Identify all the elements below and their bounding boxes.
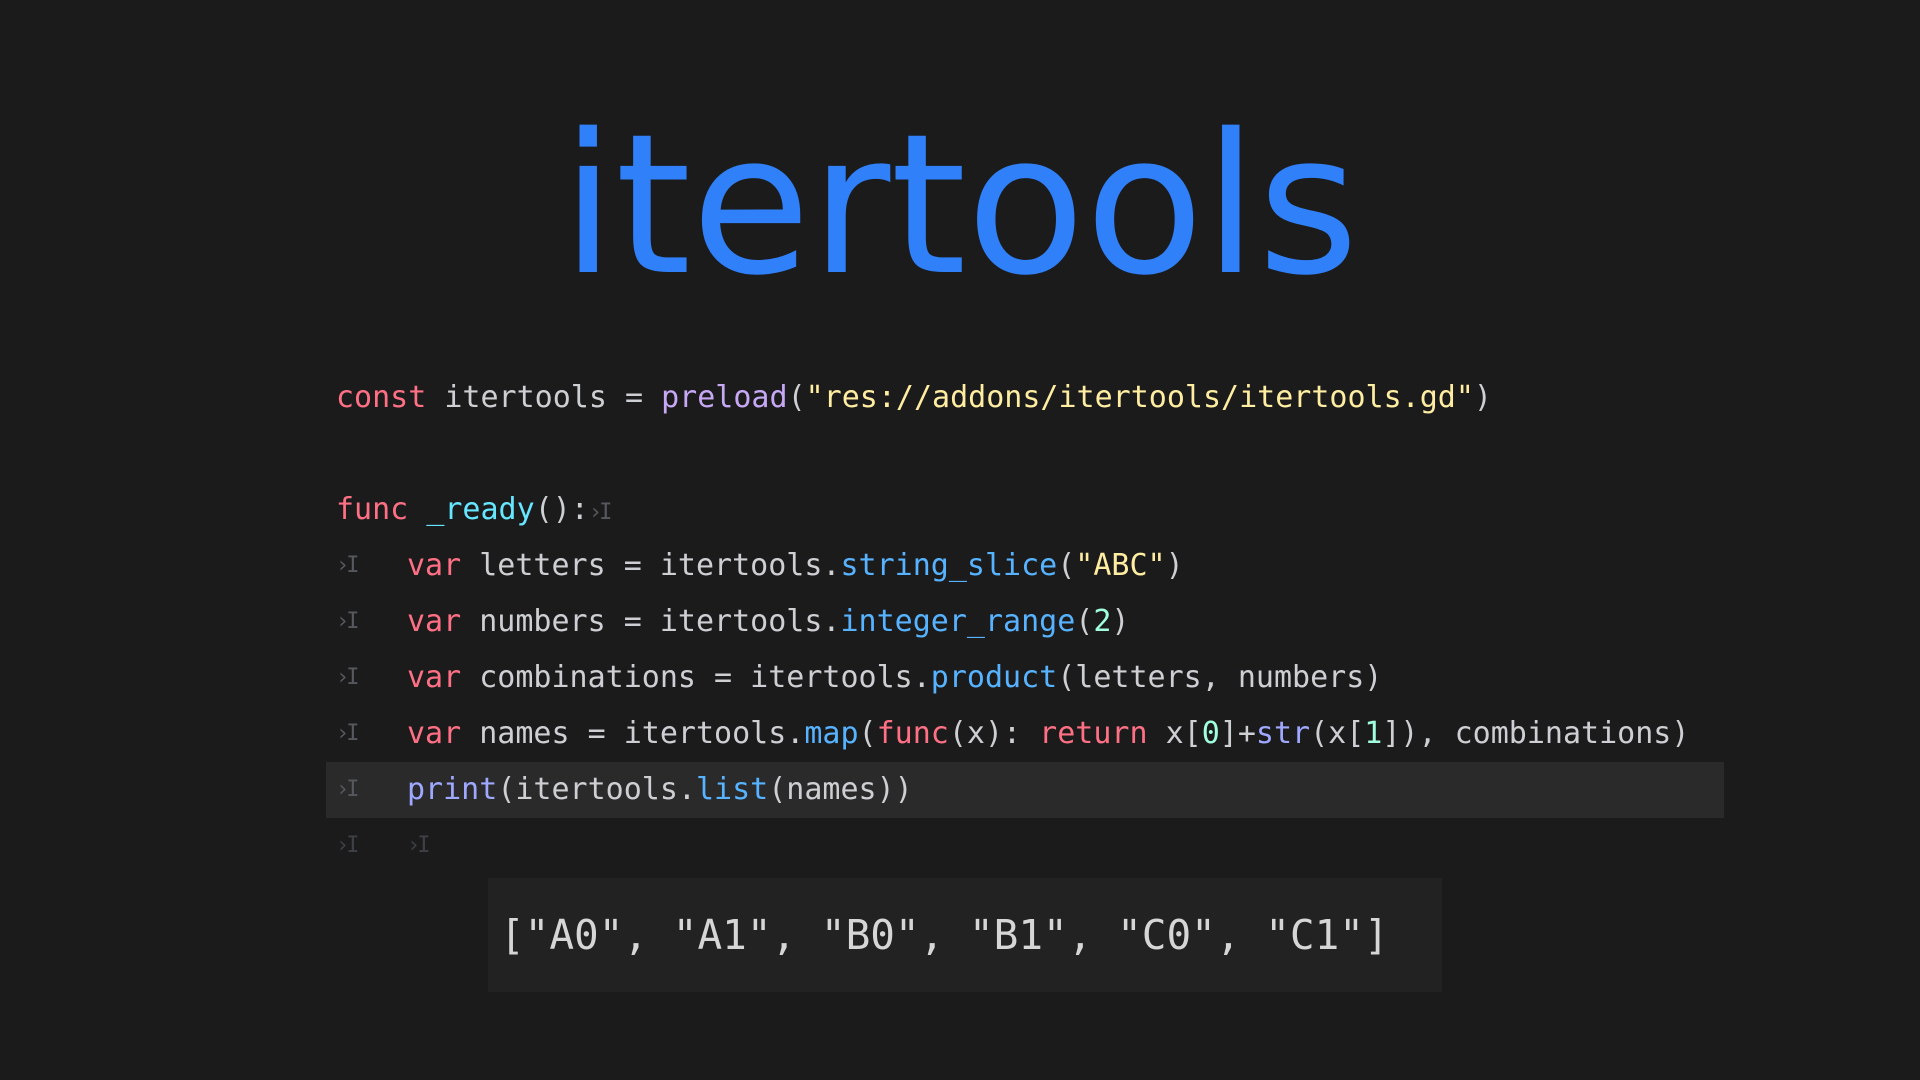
output-panel: ["A0", "A1", "B0", "B1", "C0", "C1"] (488, 878, 1442, 992)
method-name: string_slice (840, 548, 1058, 583)
keyword-func: func (876, 716, 949, 751)
code-line-3[interactable]: func _ready():›I (326, 482, 1724, 538)
code-token: (): (534, 492, 589, 527)
code-token: ( (858, 716, 877, 751)
method-name: list (696, 772, 769, 807)
tab-indent-icon: ›I (336, 609, 359, 634)
code-number: 1 (1364, 716, 1383, 751)
tab-indent-icon: ›I (336, 721, 359, 746)
method-name: product (930, 660, 1058, 695)
code-number: 2 (1093, 604, 1112, 639)
keyword-return: return (1039, 716, 1148, 751)
code-token: ]+ (1219, 716, 1256, 751)
code-token: (letters, numbers) (1057, 660, 1383, 695)
code-token: numbers = itertools. (461, 604, 841, 639)
code-line-4[interactable]: ›I var letters = itertools.string_slice(… (326, 538, 1724, 594)
code-token: (names)) (768, 772, 913, 807)
keyword-var: var (407, 604, 462, 639)
output-text: ["A0", "A1", "B0", "B1", "C0", "C1"] (500, 911, 1389, 959)
code-string: "res://addons/itertools/itertools.gd" (805, 380, 1474, 415)
method-name: integer_range (840, 604, 1076, 639)
code-line-5[interactable]: ›I var numbers = itertools.integer_range… (326, 594, 1724, 650)
keyword-var: var (407, 716, 462, 751)
code-token: (x[ (1310, 716, 1365, 751)
code-token: combinations = itertools. (461, 660, 931, 695)
code-line-current[interactable]: ›I print(itertools.list(names)) (326, 762, 1724, 818)
code-token: (itertools. (497, 772, 696, 807)
code-line-1[interactable]: const itertools = preload("res://addons/… (326, 370, 1724, 426)
keyword-var: var (407, 548, 462, 583)
code-token: ) (1165, 548, 1184, 583)
code-token: ]), combinations) (1382, 716, 1690, 751)
builtin-name: str (1255, 716, 1311, 751)
tab-indent-icon: ›I (588, 500, 612, 525)
code-token: ) (1111, 604, 1130, 639)
code-token: ( (787, 380, 806, 415)
tab-indent-icon: ›I (336, 833, 359, 858)
code-string: "ABC" (1075, 548, 1166, 583)
code-line-7[interactable]: ›I var names = itertools.map(func(x): re… (326, 706, 1724, 762)
tab-indent-icon: ›I (336, 665, 359, 690)
code-token: names = itertools. (461, 716, 805, 751)
code-token: ( (1057, 548, 1076, 583)
function-name: _ready (426, 492, 535, 527)
tab-indent-icon: ›I (336, 777, 359, 802)
page-title: itertools (561, 92, 1359, 318)
keyword-var: var (407, 660, 462, 695)
tab-indent-icon: ›I (336, 553, 359, 578)
code-token: ( (1075, 604, 1094, 639)
code-number: 0 (1201, 716, 1220, 751)
method-name: map (804, 716, 859, 751)
tab-indent-icon: ›I (407, 833, 430, 858)
code-token: ) (1473, 380, 1492, 415)
code-token: itertools = (426, 380, 662, 415)
builtin-name: print (407, 772, 498, 807)
code-token: (x): (948, 716, 1040, 751)
code-token: letters = itertools. (461, 548, 841, 583)
code-line-6[interactable]: ›I var combinations = itertools.product(… (326, 650, 1724, 706)
keyword-const: const (336, 380, 427, 415)
code-token: x[ (1147, 716, 1202, 751)
code-editor[interactable]: const itertools = preload("res://addons/… (326, 370, 1724, 860)
code-token: preload (661, 380, 788, 415)
keyword-func: func (336, 492, 409, 527)
code-line-empty[interactable]: ›I ›I (326, 818, 1724, 860)
